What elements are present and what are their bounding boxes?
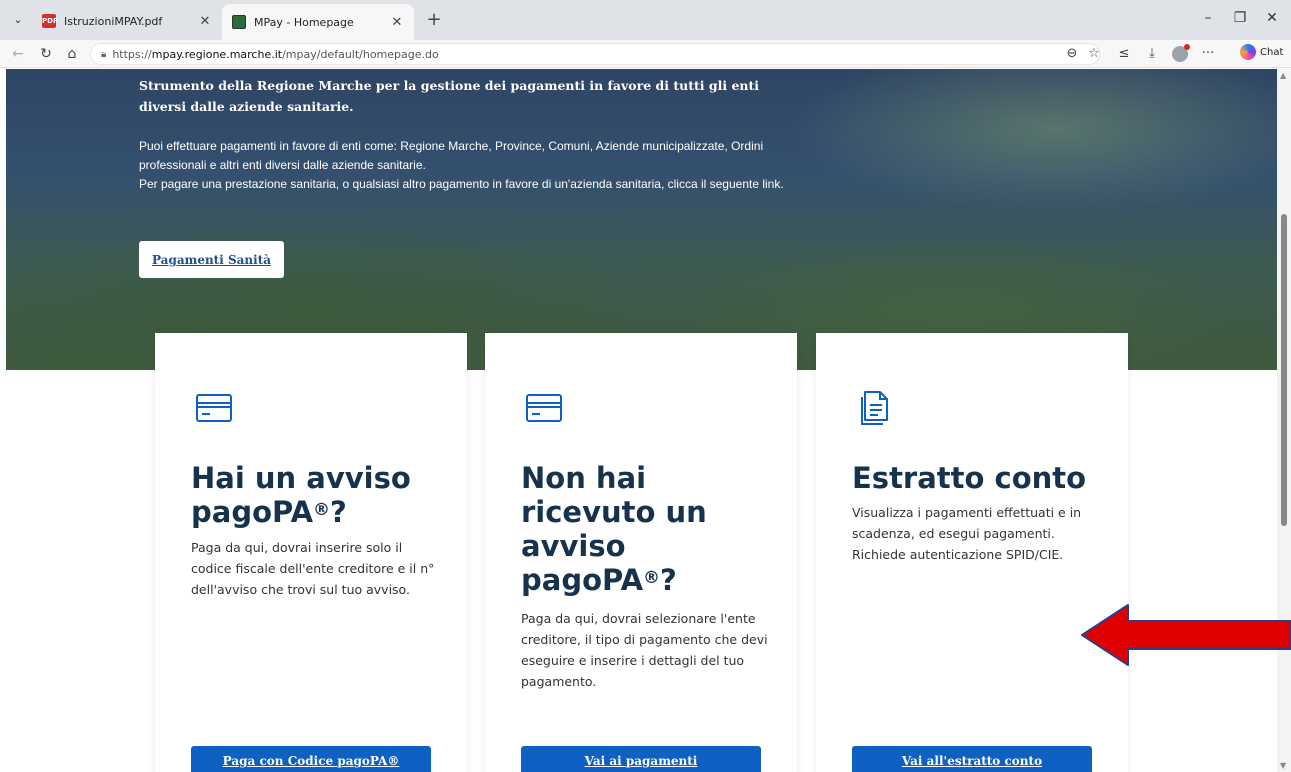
mpay-favicon-icon bbox=[232, 15, 246, 29]
favorites-list-icon[interactable]: ≤ bbox=[1114, 44, 1134, 64]
tab-mpay-homepage[interactable]: MPay - Homepage ✕ bbox=[222, 4, 414, 40]
hero-title: Strumento della Regione Marche per la ge… bbox=[139, 78, 760, 114]
card-title: Hai un avviso pagoPA®? bbox=[191, 461, 411, 529]
url-host: mpay.regione.marche.it bbox=[151, 47, 283, 61]
downloads-icon[interactable]: ⤓ bbox=[1142, 44, 1162, 64]
reader-mode-icon[interactable]: ⊖ bbox=[1062, 44, 1082, 64]
tab-istruzioni-pdf[interactable]: PDF IstruzioniMPAY.pdf ✕ bbox=[32, 6, 222, 36]
browser-tab-bar: ⌄ PDF IstruzioniMPAY.pdf ✕ MPay - Homepa… bbox=[0, 0, 1291, 40]
card-description: Paga da qui, dovrai selezionare l'ente c… bbox=[521, 611, 768, 689]
scroll-down-icon[interactable]: ▼ bbox=[1280, 761, 1286, 770]
tab-label: MPay - Homepage bbox=[254, 15, 354, 29]
chat-label: Chat bbox=[1260, 46, 1284, 58]
pagamenti-sanita-button[interactable]: Pagamenti Sanità bbox=[139, 241, 284, 278]
close-tab-icon[interactable]: ✕ bbox=[390, 15, 404, 30]
more-options-icon[interactable]: ··· bbox=[1198, 44, 1218, 64]
tab-list-chevron-icon[interactable]: ⌄ bbox=[10, 12, 26, 28]
new-tab-icon[interactable]: + bbox=[424, 9, 444, 30]
credit-card-icon bbox=[526, 394, 562, 422]
card-estratto-conto: Estratto conto Visualizza i pagamenti ef… bbox=[816, 333, 1128, 772]
hero-text-2: Per pagare una prestazione sanitaria, o … bbox=[139, 177, 784, 191]
back-icon[interactable]: ← bbox=[8, 44, 28, 64]
red-arrow-annotation-icon bbox=[1081, 604, 1291, 666]
card-title: Non hai ricevuto un avviso pagoPA®? bbox=[521, 461, 707, 597]
paga-con-codice-pagopa-button[interactable]: Paga con Codice pagoPA® bbox=[191, 746, 431, 772]
card-no-avviso-pagopa: Non hai ricevuto un avviso pagoPA®? Paga… bbox=[485, 333, 797, 772]
pdf-icon: PDF bbox=[42, 14, 58, 28]
url-input[interactable]: 🔒︎ https://mpay.regione.marche.it/mpay/d… bbox=[90, 43, 1100, 65]
scroll-thumb[interactable] bbox=[1281, 214, 1287, 526]
card-description: Visualizza i pagamenti effettuati e in s… bbox=[852, 505, 1082, 562]
restore-icon[interactable]: ❐ bbox=[1230, 10, 1250, 26]
vai-all-estratto-conto-button[interactable]: Vai all'estratto conto bbox=[852, 746, 1092, 772]
close-tab-icon[interactable]: ✕ bbox=[198, 14, 212, 29]
hero-description: Puoi effettuare pagamenti in favore di e… bbox=[139, 137, 789, 194]
favorite-star-icon[interactable]: ☆ bbox=[1084, 44, 1104, 64]
card-avviso-pagopa: Hai un avviso pagoPA®? Paga da qui, dovr… bbox=[155, 333, 467, 772]
copilot-icon bbox=[1240, 44, 1256, 60]
refresh-icon[interactable]: ↻ bbox=[36, 44, 56, 64]
close-window-icon[interactable]: ✕ bbox=[1262, 10, 1282, 26]
card-description: Paga da qui, dovrai inserire solo il cod… bbox=[191, 540, 435, 597]
browser-address-bar: ← ↻ ⌂ 🔒︎ https://mpay.regione.marche.it /… bbox=[0, 40, 1291, 68]
url-scheme: https:// bbox=[112, 47, 152, 61]
home-icon[interactable]: ⌂ bbox=[62, 44, 82, 64]
profile-avatar[interactable] bbox=[1170, 44, 1190, 64]
url-path: /mpay/default/homepage.do bbox=[282, 47, 439, 61]
vai-ai-pagamenti-button[interactable]: Vai ai pagamenti bbox=[521, 746, 761, 772]
lock-icon: 🔒︎ bbox=[101, 48, 107, 60]
scroll-up-icon[interactable]: ▲ bbox=[1280, 71, 1286, 80]
card-title: Estratto conto bbox=[852, 461, 1087, 495]
credit-card-icon bbox=[196, 394, 232, 422]
hero-text-1: Puoi effettuare pagamenti in favore di e… bbox=[139, 139, 764, 172]
copilot-chat-button[interactable]: Chat bbox=[1240, 44, 1283, 60]
tab-label: IstruzioniMPAY.pdf bbox=[64, 14, 163, 28]
document-icon bbox=[861, 391, 888, 425]
minimize-icon[interactable]: – bbox=[1198, 10, 1218, 26]
